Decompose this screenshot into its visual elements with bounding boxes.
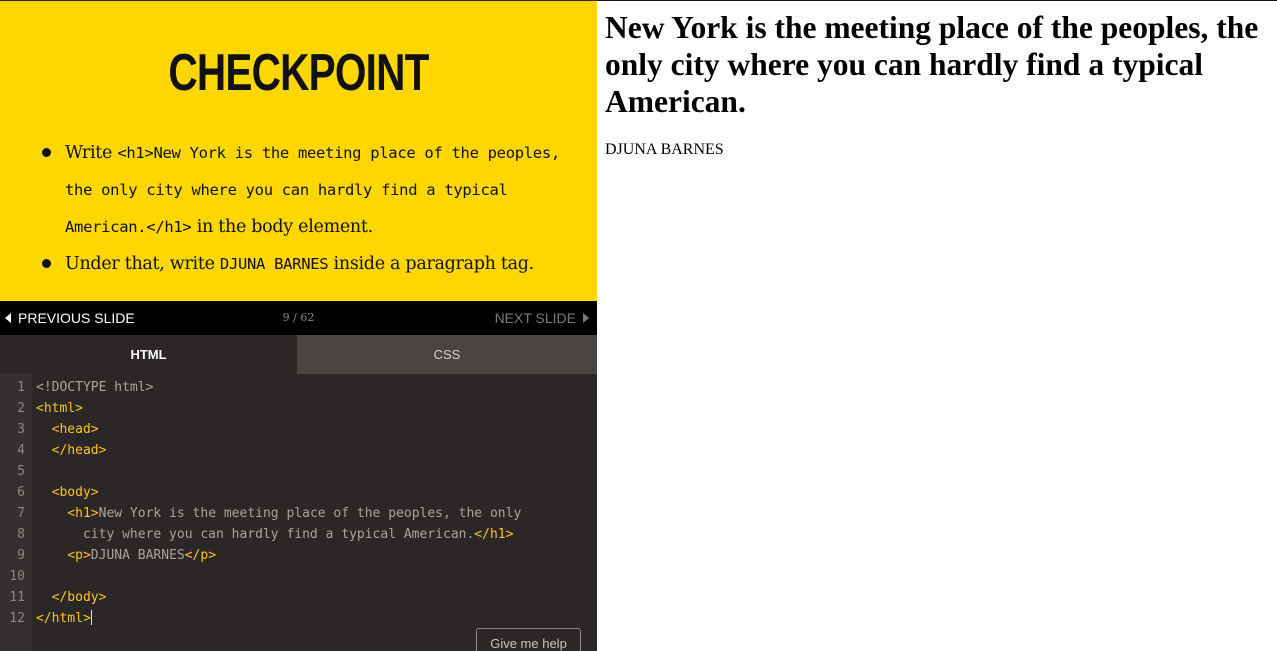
- line-number: 5: [17, 464, 25, 479]
- slide-navigation: PREVIOUS SLIDE 9 / 62 NEXT SLIDE: [0, 301, 597, 335]
- instruction-text: inside a paragraph tag.: [328, 254, 535, 274]
- code-line[interactable]: 1 <!DOCTYPE html>: [0, 377, 597, 398]
- next-slide-button[interactable]: NEXT SLIDE: [495, 310, 589, 326]
- code-source: <head>: [36, 419, 99, 440]
- code-tag-token: </body>: [51, 590, 107, 605]
- code-tag-token: <body>: [51, 485, 99, 500]
- code-source: <body>: [36, 482, 99, 503]
- code-source: <p>DJUNA BARNES</p>: [36, 545, 216, 566]
- checkpoint-panel: CHECKPOINT Write <h1>New York is the mee…: [0, 1, 597, 301]
- code-tag-token: </p>: [184, 548, 217, 563]
- instruction-text: Under that, write: [65, 254, 220, 274]
- code-source: <h1>New York is the meeting place of the…: [36, 503, 521, 524]
- line-number: 9: [17, 548, 25, 563]
- line-number: 8: [17, 527, 25, 542]
- preview-paragraph: DJUNA BARNES: [605, 141, 724, 158]
- line-number: 6: [17, 485, 25, 500]
- code-line[interactable]: 10: [0, 566, 597, 587]
- instruction-list: Write <h1>New York is the meeting place …: [40, 135, 580, 283]
- code-tag-token: <p>: [67, 548, 91, 563]
- code-source: <!DOCTYPE html>: [36, 377, 153, 398]
- code-text-token: <!DOCTYPE html>: [36, 380, 154, 395]
- code-tag-token: <head>: [51, 422, 99, 437]
- code-line[interactable]: 6 <body>: [0, 482, 597, 503]
- line-number: 3: [17, 422, 25, 437]
- line-number: 4: [17, 443, 25, 458]
- line-number: 2: [17, 401, 25, 416]
- code-line[interactable]: 11 </body>: [0, 587, 597, 608]
- code-line[interactable]: 9 <p>DJUNA BARNES</p>: [0, 545, 597, 566]
- code-source: </head>: [36, 440, 107, 461]
- line-number: 1: [17, 380, 25, 395]
- code-tag-token: <html>: [36, 401, 83, 416]
- code-line[interactable]: 7 <h1>New York is the meeting place of t…: [0, 503, 597, 524]
- line-number: 12: [9, 611, 25, 626]
- lesson-panel: CHECKPOINT Write <h1>New York is the mee…: [0, 0, 597, 651]
- triangle-right-icon: [583, 313, 589, 323]
- line-number: 7: [17, 506, 25, 521]
- preview-heading: New York is the meeting place of the peo…: [605, 10, 1259, 119]
- code-line[interactable]: 2 <html>: [0, 398, 597, 419]
- give-me-help-button[interactable]: Give me help: [476, 628, 581, 651]
- tab-css[interactable]: CSS: [297, 335, 597, 374]
- instruction-item: Under that, write DJUNA BARNES inside a …: [40, 246, 580, 283]
- instruction-text: in the body element.: [191, 217, 373, 237]
- next-slide-label: NEXT SLIDE: [494, 310, 576, 326]
- line-number: 11: [9, 590, 25, 605]
- output-preview: New York is the meeting place of the peo…: [597, 1, 1277, 651]
- tab-html[interactable]: HTML: [0, 335, 297, 374]
- code-tag-token: <h1>: [67, 506, 99, 521]
- editor-tabs: HTML CSS: [0, 335, 597, 374]
- code-tag-token: </h1>: [474, 527, 514, 542]
- code-line[interactable]: 5: [0, 461, 597, 482]
- text-cursor: [90, 610, 92, 625]
- code-line[interactable]: 3 <head>: [0, 419, 597, 440]
- code-source: </html>: [36, 608, 92, 629]
- code-source: </body>: [36, 587, 107, 608]
- code-tag-token: </html>: [36, 611, 91, 626]
- code-tag-token: </head>: [51, 443, 107, 458]
- code-editor[interactable]: 1 <!DOCTYPE html> 2 <html> 3 <head> 4 </head>…: [0, 374, 597, 651]
- code-line[interactable]: 8 city where you can hardly find a typic…: [0, 524, 597, 545]
- checkpoint-title: CHECKPOINT: [168, 44, 429, 102]
- code-line[interactable]: 4 </head>: [0, 440, 597, 461]
- instruction-text: Write: [65, 143, 118, 163]
- code-text-token: New York is the meeting place of the peo…: [98, 506, 522, 521]
- instruction-code: DJUNA BARNES: [219, 255, 329, 273]
- code-text-token: city where you can hardly find a typical…: [36, 527, 475, 542]
- code-source: city where you can hardly find a typical…: [36, 524, 513, 545]
- code-line[interactable]: 12 </html>: [0, 608, 597, 629]
- code-text-token: DJUNA BARNES: [90, 548, 185, 563]
- instruction-item: Write <h1>New York is the meeting place …: [40, 135, 580, 246]
- code-source: <html>: [36, 398, 83, 419]
- line-number: 10: [9, 569, 25, 584]
